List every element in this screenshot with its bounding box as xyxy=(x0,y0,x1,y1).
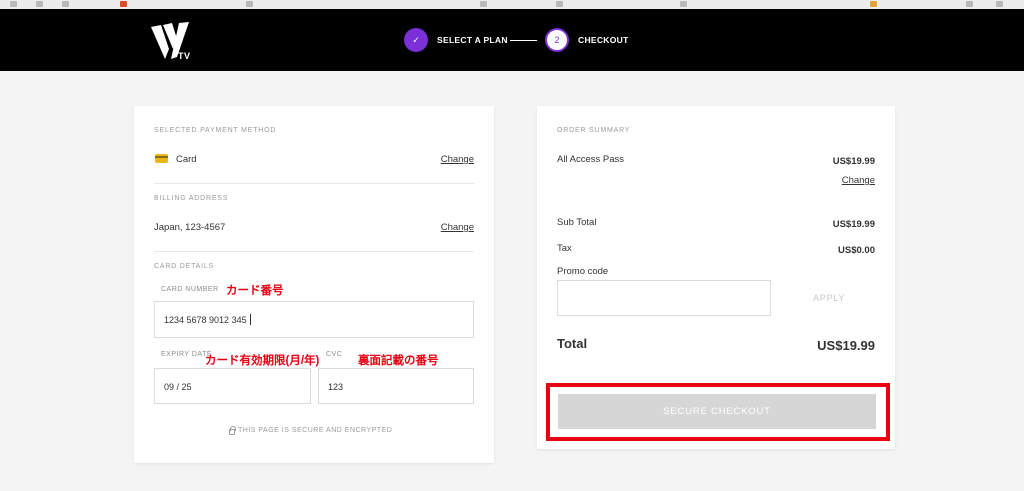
step-number: 2 xyxy=(545,28,569,52)
change-payment-link[interactable]: Change xyxy=(441,154,474,165)
bookmark-icon[interactable] xyxy=(120,1,127,7)
card-details-title: CARD DETAILS xyxy=(154,263,215,270)
annotation-cvc: 裏面記載の番号 xyxy=(358,355,439,367)
expiry-date-field[interactable]: 09 / 25 xyxy=(154,368,311,404)
billing-address-value: Japan, 123-4567 xyxy=(154,222,226,233)
order-summary-title: ORDER SUMMARY xyxy=(557,127,631,134)
bookmark-icon[interactable] xyxy=(966,1,973,7)
apply-button[interactable]: APPLY xyxy=(813,293,845,303)
bookmark-icon[interactable] xyxy=(246,1,253,7)
payment-method-title: SELECTED PAYMENT METHOD xyxy=(154,127,277,134)
item-name: All Access Pass xyxy=(557,154,625,165)
step-checkout: 2 CHECKOUT xyxy=(545,28,629,52)
bookmark-icon[interactable] xyxy=(36,1,43,7)
bookmark-icon[interactable] xyxy=(556,1,563,7)
bookmark-icon[interactable] xyxy=(480,1,487,7)
credit-card-icon xyxy=(155,154,168,163)
card-number-field[interactable]: 1234 5678 9012 345 xyxy=(154,301,474,338)
payment-card: SELECTED PAYMENT METHOD Card Change BILL… xyxy=(134,106,494,463)
secure-checkout-button[interactable]: SECURE CHECKOUT xyxy=(558,394,876,429)
subtotal-label: Sub Total xyxy=(557,217,597,228)
bookmark-icon[interactable] xyxy=(62,1,69,7)
cvc-value: 123 xyxy=(328,382,344,392)
tax-value: US$0.00 xyxy=(838,245,875,256)
step-select-plan[interactable]: ✓ SELECT A PLAN xyxy=(404,28,508,52)
bookmark-icon[interactable] xyxy=(870,1,877,7)
tax-label: Tax xyxy=(557,243,572,254)
bookmark-icon[interactable] xyxy=(996,1,1003,7)
step-connector xyxy=(510,40,537,41)
secure-note-text: THIS PAGE IS SECURE AND ENCRYPTED xyxy=(238,427,393,434)
promo-code-input[interactable] xyxy=(557,280,771,316)
site-header: TV ✓ SELECT A PLAN 2 CHECKOUT xyxy=(0,9,1024,71)
annotation-card-number: カード番号 xyxy=(226,285,284,297)
divider xyxy=(154,251,474,252)
check-icon: ✓ xyxy=(404,28,428,52)
browser-bookmarks-strip xyxy=(0,0,1024,9)
promo-code-label: Promo code xyxy=(557,266,609,277)
total-value: US$19.99 xyxy=(817,338,875,353)
logo-text: TV xyxy=(178,51,191,61)
billing-address-title: BILLING ADDRESS xyxy=(154,195,229,202)
total-label: Total xyxy=(557,336,588,351)
bookmark-icon[interactable] xyxy=(10,1,17,7)
lock-icon xyxy=(229,425,236,435)
payment-method-value: Card xyxy=(176,154,197,165)
bookmark-icon[interactable] xyxy=(680,1,687,7)
expiry-date-value: 09 / 25 xyxy=(164,382,192,392)
change-billing-link[interactable]: Change xyxy=(441,222,474,233)
cvc-field[interactable]: 123 xyxy=(318,368,474,404)
step-label: SELECT A PLAN xyxy=(437,35,508,45)
secure-note: THIS PAGE IS SECURE AND ENCRYPTED xyxy=(229,425,393,435)
card-number-label: CARD NUMBER xyxy=(161,286,219,293)
card-number-value: 1234 5678 9012 345 xyxy=(164,315,247,325)
text-caret xyxy=(250,314,251,325)
item-price: US$19.99 xyxy=(832,156,875,167)
divider xyxy=(154,183,474,184)
change-plan-link[interactable]: Change xyxy=(842,175,875,186)
subtotal-value: US$19.99 xyxy=(832,219,875,230)
cvc-label: CVC xyxy=(326,351,343,358)
annotation-expiry: カード有効期限(月/年) xyxy=(205,355,320,367)
step-label: CHECKOUT xyxy=(578,35,629,45)
